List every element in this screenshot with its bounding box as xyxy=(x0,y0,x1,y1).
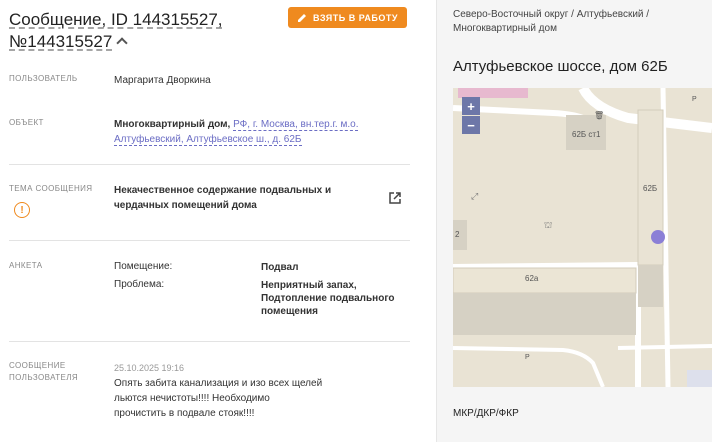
message-panel: Сообщение, ID 144315527, №144315527 ВЗЯТ… xyxy=(0,0,420,442)
topic-value-line1: Некачественное содержание подвальных и xyxy=(114,185,332,196)
message-label-line1: СООБЩЕНИЕ xyxy=(9,361,66,370)
user-label: ПОЛЬЗОВАТЕЛЬ xyxy=(9,74,78,83)
take-to-work-button[interactable]: ВЗЯТЬ В РАБОТУ xyxy=(288,7,407,28)
external-link-icon[interactable] xyxy=(388,191,402,205)
survey-value: Подвал xyxy=(261,262,299,273)
map-label-62b-st1: 62Б ст1 xyxy=(572,130,601,139)
zoom-in-button[interactable]: + xyxy=(462,97,480,115)
object-type: Многоквартирный дом, xyxy=(114,119,231,130)
object-address-line2[interactable]: Алтуфьевский, Алтуфьевское ш., д. 62Б xyxy=(114,134,302,146)
survey-key: Помещение: xyxy=(114,261,173,272)
breadcrumb-line1[interactable]: Северо-Восточный округ / Алтуфьевский / xyxy=(453,9,649,20)
pencil-icon xyxy=(297,13,306,22)
message-line: льются нечистоты!!!! Необходимо xyxy=(114,393,270,404)
page-title: Сообщение, ID 144315527, №144315527 xyxy=(9,9,279,53)
divider xyxy=(9,240,410,241)
svg-text:🗑: 🗑 xyxy=(594,111,604,120)
address-title: Алтуфьевское шоссе, дом 62Б xyxy=(453,58,668,75)
map-label-62b: 62Б xyxy=(643,184,658,193)
warning-icon: ! xyxy=(14,202,30,218)
topic-label: ТЕМА СООБЩЕНИЯ xyxy=(9,184,93,193)
title-line2: №144315527 xyxy=(9,32,113,51)
chevron-up-icon[interactable] xyxy=(116,37,128,49)
map[interactable]: ⤢ ⛫ 🗑 + − 62Б ст1 62Б 62а 2 Р Р xyxy=(453,88,712,387)
topic-value-line2: чердачных помещений дома xyxy=(114,200,257,211)
object-label: ОБЪЕКТ xyxy=(9,118,44,127)
svg-text:⛫: ⛫ xyxy=(544,220,552,230)
divider xyxy=(9,341,410,342)
message-label: СООБЩЕНИЕ ПОЛЬЗОВАТЕЛЯ xyxy=(9,360,78,384)
survey-value-line: Подтопление подвального xyxy=(261,293,395,304)
survey-label: АНКЕТА xyxy=(9,261,43,270)
survey-value-line: Неприятный запах, xyxy=(261,280,357,291)
message-label-line2: ПОЛЬЗОВАТЕЛЯ xyxy=(9,373,79,382)
user-value: Маргарита Дворкина xyxy=(114,75,211,86)
svg-text:⤢: ⤢ xyxy=(470,191,478,201)
map-label-2: 2 xyxy=(455,230,460,239)
map-label-parking: Р xyxy=(692,96,697,103)
zoom-controls: + − xyxy=(462,97,480,135)
zoom-out-button[interactable]: − xyxy=(462,116,480,134)
survey-value-line: помещения xyxy=(261,306,318,317)
breadcrumb: Северо-Восточный округ / Алтуфьевский / … xyxy=(453,8,703,36)
message-date: 25.10.2025 19:16 xyxy=(114,363,185,373)
topic-value: Некачественное содержание подвальных и ч… xyxy=(114,183,331,213)
message-line: Опять забита канализация и изо всех щеле… xyxy=(114,378,323,389)
title-line1: Сообщение, ID 144315527, xyxy=(9,10,223,29)
breadcrumb-line2[interactable]: Многоквартирный дом xyxy=(453,23,557,34)
survey-value: Неприятный запах, Подтопление подвальног… xyxy=(261,279,394,318)
footer-label: МКР/ДКР/ФКР xyxy=(453,408,519,419)
survey-key: Проблема: xyxy=(114,279,165,290)
message-line: прочистить в подвале стояк!!!! xyxy=(114,408,255,419)
map-label-parking: Р xyxy=(525,354,530,361)
object-value: Многоквартирный дом, РФ, г. Москва, вн.т… xyxy=(114,117,359,147)
divider xyxy=(9,164,410,165)
map-label-62a: 62а xyxy=(525,274,539,283)
message-text: Опять забита канализация и изо всех щеле… xyxy=(114,376,354,421)
take-to-work-label: ВЗЯТЬ В РАБОТУ xyxy=(312,12,398,23)
object-address-line1[interactable]: РФ, г. Москва, вн.тер.г. м.о. xyxy=(233,119,359,131)
